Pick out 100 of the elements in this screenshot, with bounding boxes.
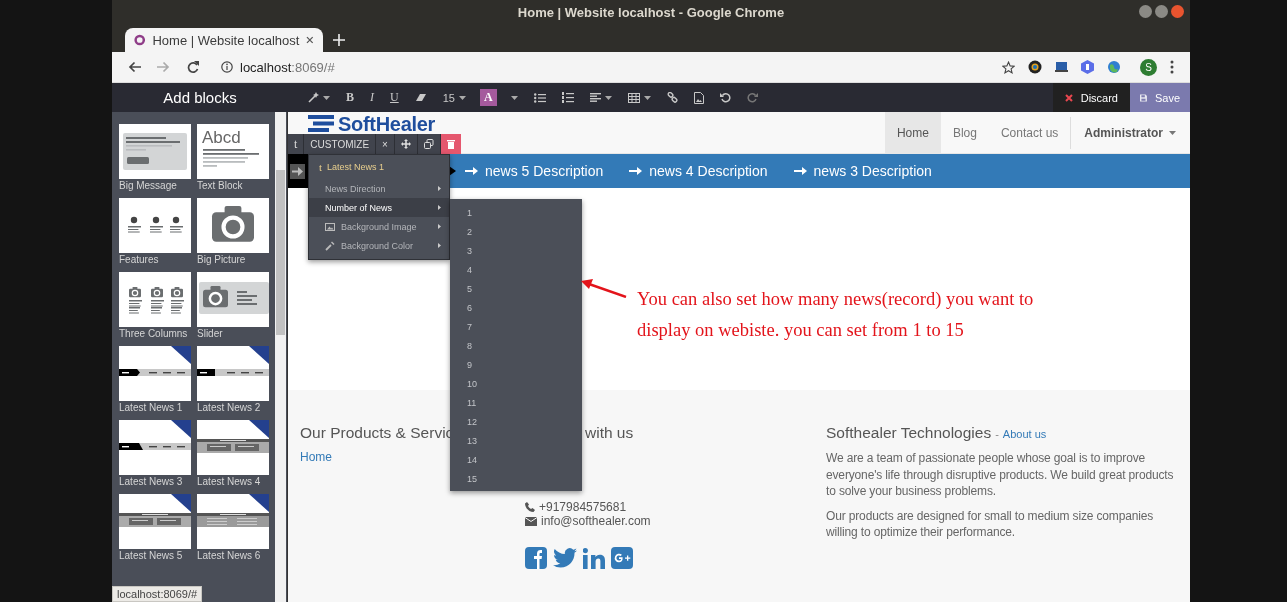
block-tag: t xyxy=(319,161,323,173)
menu-option[interactable]: 14 xyxy=(450,450,582,469)
block-thumbnail[interactable] xyxy=(197,346,269,401)
extension-icon[interactable] xyxy=(1055,61,1068,73)
new-tab-icon[interactable] xyxy=(333,34,345,46)
nav-link[interactable]: Blog xyxy=(940,112,989,153)
block-label: Latest News 4 xyxy=(197,476,262,487)
block-label: Three Columns xyxy=(119,328,189,339)
news-item[interactable]: news 3 Description xyxy=(813,163,932,179)
eyedropper-icon xyxy=(325,240,335,251)
about-link[interactable]: About us xyxy=(1002,428,1047,440)
toolbar-button[interactable]: I xyxy=(362,83,382,112)
menu-option[interactable]: 11 xyxy=(450,393,582,412)
menu-option[interactable]: 7 xyxy=(450,317,582,336)
menu-option[interactable]: 10 xyxy=(450,374,582,393)
menu-option[interactable]: 2 xyxy=(450,222,582,241)
reload-icon[interactable] xyxy=(186,61,199,73)
user-menu[interactable]: Administrator xyxy=(1071,112,1190,153)
footer-paragraph: Our products are designed for small to medium size companies willing to optimize their performance. xyxy=(826,507,1155,541)
menu-option[interactable]: 3 xyxy=(450,241,582,260)
wand-icon xyxy=(308,92,319,103)
menu-option[interactable]: 13 xyxy=(450,431,582,450)
block-thumbnail[interactable] xyxy=(119,494,191,549)
minimize-button[interactable] xyxy=(1139,5,1152,18)
align-icon xyxy=(589,93,601,102)
menu-option[interactable]: 8 xyxy=(450,336,582,355)
menu-option[interactable]: 1 xyxy=(450,203,582,222)
submenu-caret-icon xyxy=(438,224,441,229)
annotation-text: You can also set how many news(record) you want to display on webiste. you can set from 1 to 15 xyxy=(637,288,1035,342)
block-thumbnail[interactable] xyxy=(119,420,191,475)
text-color-button[interactable]: A xyxy=(479,89,497,106)
star-icon[interactable] xyxy=(1002,60,1015,74)
image-icon xyxy=(325,222,335,231)
info-icon xyxy=(221,61,233,73)
close-button[interactable] xyxy=(1171,5,1184,18)
toolbar-button[interactable]: U xyxy=(382,83,407,112)
menu-option[interactable]: 9 xyxy=(450,355,582,374)
profile-avatar[interactable]: S xyxy=(1140,58,1157,76)
extension-icon[interactable] xyxy=(1028,60,1042,74)
browser-tab[interactable]: Home | Website localhost xyxy=(125,28,323,52)
block-thumbnail[interactable] xyxy=(119,124,191,179)
menu-option[interactable]: 5 xyxy=(450,279,582,298)
maximize-button[interactable] xyxy=(1155,5,1168,18)
nav-link[interactable]: Contact us xyxy=(988,112,1071,153)
block-label: Big Message xyxy=(119,180,178,191)
nav-link[interactable]: Home xyxy=(884,112,941,153)
url-text[interactable]: localhost:8069/# xyxy=(240,59,335,75)
menu-option[interactable]: 6 xyxy=(450,298,582,317)
arrow-icon xyxy=(465,167,478,175)
block-label: Latest News 1 xyxy=(119,402,184,413)
toolbar-button[interactable]: 15 xyxy=(434,83,474,112)
block-thumbnail[interactable] xyxy=(197,420,269,475)
menu-item[interactable]: Number of News xyxy=(309,198,449,217)
block-label: Latest News 3 xyxy=(119,476,184,487)
social-icon[interactable] xyxy=(583,547,605,569)
menu-item[interactable]: Background Color xyxy=(309,236,449,255)
phone-icon xyxy=(525,502,535,512)
block-thumbnail[interactable]: Abcd xyxy=(197,124,269,179)
copy-icon xyxy=(423,139,434,149)
table-icon xyxy=(627,92,640,103)
block-thumbnail[interactable] xyxy=(197,494,269,549)
submenu-caret-icon xyxy=(438,243,441,248)
footer-link[interactable]: Home xyxy=(300,450,332,464)
menu-option[interactable]: 15 xyxy=(450,469,582,488)
bird-icon[interactable] xyxy=(553,548,577,568)
image-icon xyxy=(693,91,704,104)
block-thumbnail[interactable] xyxy=(119,198,191,253)
block-thumbnail[interactable] xyxy=(119,346,191,401)
redo-icon xyxy=(746,92,758,103)
social-icon[interactable] xyxy=(525,547,547,569)
save-button[interactable]: Save xyxy=(1130,83,1190,112)
menu-item[interactable]: Background Image xyxy=(309,217,449,236)
block-thumbnail[interactable] xyxy=(197,272,269,327)
list-icon xyxy=(533,92,546,103)
social-icon[interactable] xyxy=(611,547,633,569)
scrollbar[interactable] xyxy=(275,112,286,602)
menu-item[interactable]: News Direction xyxy=(309,179,449,198)
eraser-icon xyxy=(414,93,427,102)
block-label: Slider xyxy=(197,328,224,339)
block-thumbnail[interactable] xyxy=(197,198,269,253)
arrow-icon xyxy=(629,167,643,175)
footer-paragraph: We are a team of passionate people whose goal is to improve everyone's life through disruptive products. We build great products to solve your business problems. xyxy=(826,450,1175,500)
menu-icon[interactable] xyxy=(1170,60,1174,74)
ring-icon xyxy=(134,34,146,46)
menu-option[interactable]: 12 xyxy=(450,412,582,431)
block-thumbnail[interactable] xyxy=(119,272,191,327)
logo-text: SoftHealer xyxy=(338,115,436,134)
block-label: Big Picture xyxy=(197,254,247,265)
separator-dash: - xyxy=(995,428,999,440)
news-item[interactable]: news 5 Description xyxy=(485,163,604,179)
block-label: Text Block xyxy=(197,180,244,191)
menu-option[interactable]: 4 xyxy=(450,260,582,279)
close-icon xyxy=(1064,93,1073,102)
toolbar-button[interactable]: B xyxy=(338,83,362,112)
numbered-list-icon xyxy=(561,92,574,103)
delete-button[interactable] xyxy=(440,134,461,154)
back-icon[interactable] xyxy=(128,61,141,73)
news-item[interactable]: news 4 Description xyxy=(649,163,768,179)
close-icon[interactable] xyxy=(306,36,314,44)
discard-button[interactable]: Discard xyxy=(1052,83,1130,112)
